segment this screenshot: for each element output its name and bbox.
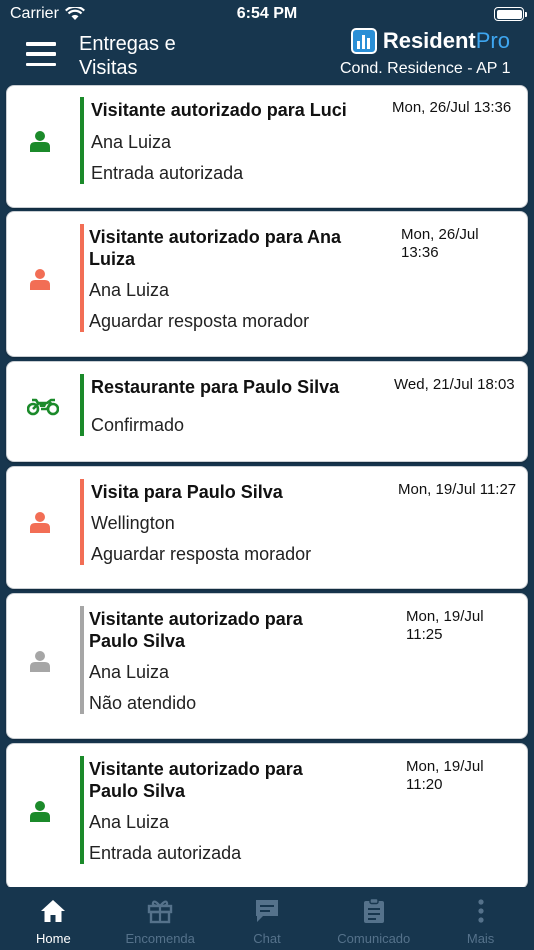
card-date: Mon, 19/Jul 11:25: [406, 608, 484, 643]
list-item[interactable]: Visitante autorizado para Luci Mon, 26/J…: [6, 85, 528, 208]
tab-label: Home: [36, 931, 71, 946]
building-icon: [350, 28, 377, 54]
tab-label: Chat: [253, 931, 281, 946]
tab-encomenda[interactable]: Encomenda: [107, 887, 214, 950]
status-bar-indicator: [80, 479, 84, 565]
person-icon: [30, 651, 50, 672]
brand-logo: ResidentPro: [350, 28, 510, 54]
tab-mais[interactable]: Mais: [427, 887, 534, 950]
visitor-name: Wellington: [91, 513, 175, 533]
wifi-icon: [64, 7, 85, 20]
person-icon: [30, 269, 50, 290]
gift-icon: [147, 900, 173, 924]
person-icon: [30, 512, 50, 533]
brand-name: Resident: [382, 28, 476, 53]
tab-chat[interactable]: Chat: [214, 887, 321, 950]
card-title: Visitante autorizado para Ana Luiza: [89, 227, 342, 269]
card-title: Visitante autorizado para Luci: [91, 100, 347, 120]
status-bar-indicator: [80, 97, 84, 184]
tab-comunicado[interactable]: Comunicado: [320, 887, 427, 950]
visitor-name: Ana Luiza: [89, 662, 170, 682]
visitor-name: Ana Luiza: [89, 280, 170, 300]
person-icon: [30, 801, 50, 822]
delivery-visit-list[interactable]: Visitante autorizado para Luci Mon, 26/J…: [0, 84, 534, 887]
tab-label: Mais: [466, 931, 495, 946]
page-title: Entregas e Visitas: [79, 33, 176, 79]
hamburger-menu-icon[interactable]: [26, 42, 56, 66]
status-text: Aguardar resposta morador: [91, 544, 312, 564]
tab-label: Comunicado: [337, 931, 411, 946]
tab-bar: Home Encomenda Chat Comunicado Mais: [0, 887, 534, 950]
status-bar-indicator: [80, 374, 84, 436]
list-item[interactable]: Visitante autorizado para Ana Luiza Mon,…: [6, 211, 528, 357]
card-date: Mon, 26/Jul 13:36: [392, 99, 512, 116]
home-icon: [41, 900, 66, 922]
visitor-name: Ana Luiza: [91, 132, 172, 152]
status-bar-indicator: [80, 756, 84, 864]
card-date: Mon, 19/Jul 11:27: [398, 481, 517, 498]
tab-home[interactable]: Home: [0, 887, 107, 950]
list-item[interactable]: Visitante autorizado para Paulo Silva Mo…: [6, 743, 528, 887]
list-item[interactable]: Visitante autorizado para Paulo Silva Mo…: [6, 593, 528, 739]
card-title: Visita para Paulo Silva: [91, 482, 283, 502]
carrier-label: Carrier: [10, 5, 59, 22]
card-date: Wed, 21/Jul 18:03: [394, 376, 515, 393]
card-title: Visitante autorizado para Paulo Silva: [89, 759, 303, 801]
nav-bar: Entregas e Visitas ResidentPro Cond. Res…: [0, 28, 534, 84]
chat-icon: [255, 900, 278, 922]
status-bar-indicator: [80, 224, 84, 332]
tab-label: Encomenda: [125, 931, 195, 946]
list-item[interactable]: Visita para Paulo Silva Mon, 19/Jul 11:2…: [6, 466, 528, 589]
visitor-name: Ana Luiza: [89, 812, 170, 832]
motorcycle-icon: [27, 398, 59, 416]
list-item[interactable]: Restaurante para Paulo Silva Wed, 21/Jul…: [6, 361, 528, 462]
carrier-group: Carrier: [10, 5, 85, 23]
status-text: Entrada autorizada: [91, 163, 244, 183]
card-date: Mon, 19/Jul 11:20: [406, 758, 484, 793]
status-text: Aguardar resposta morador: [89, 311, 310, 331]
status-bar-indicator: [80, 606, 84, 714]
status-text: Não atendido: [89, 693, 197, 713]
status-bar: Carrier 6:54 PM: [0, 0, 534, 28]
more-icon: [477, 899, 484, 923]
card-date: Mon, 26/Jul 13:36: [401, 226, 479, 261]
clipboard-icon: [363, 897, 384, 923]
card-title: Visitante autorizado para Paulo Silva: [89, 609, 303, 651]
status-text: Confirmado: [91, 415, 185, 435]
battery-icon: [494, 7, 527, 21]
brand-accent: Pro: [475, 28, 510, 53]
card-title: Restaurante para Paulo Silva: [91, 377, 340, 397]
condo-label[interactable]: Cond. Residence - AP 1: [340, 60, 518, 78]
person-icon: [30, 131, 50, 152]
status-text: Entrada autorizada: [89, 843, 242, 863]
